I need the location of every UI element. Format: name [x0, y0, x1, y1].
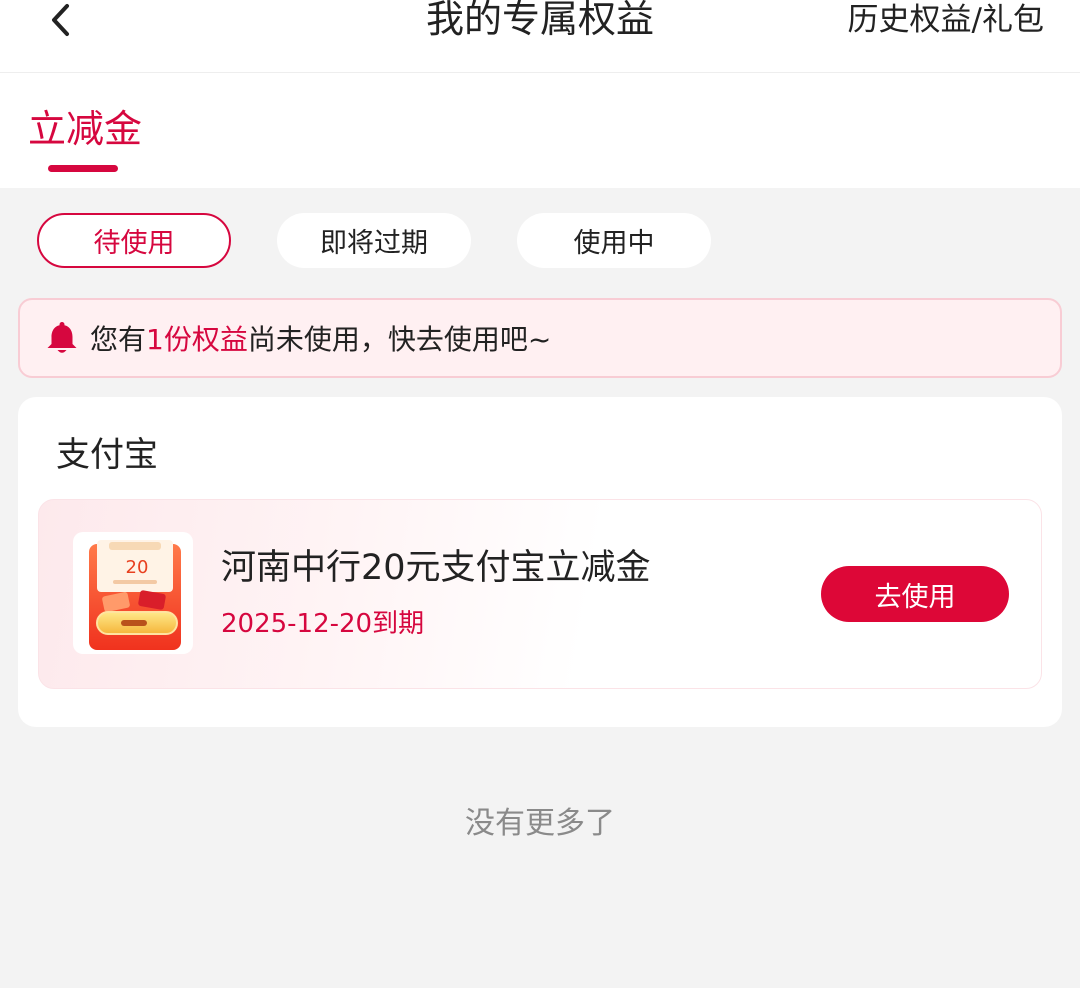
notice-suffix: 尚未使用，快去使用吧~ — [247, 323, 552, 356]
coupon-item[interactable]: 20 河南中行20元支付宝立减金 2025-12-20到期 去使用 — [38, 499, 1042, 689]
filter-in-use[interactable]: 使用中 — [517, 213, 711, 268]
card-title: 支付宝 — [56, 435, 158, 475]
tab-instant-discount[interactable]: 立减金 — [28, 103, 142, 155]
coupon-thumbnail: 20 — [73, 532, 193, 654]
coupon-name: 河南中行20元支付宝立减金 — [221, 548, 651, 588]
notice-highlight: 1份权益 — [146, 323, 248, 356]
notice-prefix: 您有 — [90, 323, 147, 356]
filter-expiring-soon[interactable]: 即将过期 — [277, 213, 471, 268]
app-header: 我的专属权益 历史权益/礼包 — [0, 0, 1080, 73]
coupon-expiry-date: 2025-12-20到期 — [221, 609, 425, 639]
thumb-amount: 20 — [126, 557, 149, 578]
use-coupon-button[interactable]: 去使用 — [821, 566, 1009, 622]
filter-pending[interactable]: 待使用 — [37, 213, 231, 268]
history-benefits-link[interactable]: 历史权益/礼包 — [848, 0, 1044, 40]
unused-benefit-notice: 您有 1份权益 尚未使用，快去使用吧~ — [18, 298, 1062, 378]
bell-icon — [44, 320, 80, 356]
tab-active-indicator — [48, 165, 118, 172]
tab-bar: 立减金 — [0, 73, 1080, 188]
no-more-text: 没有更多了 — [465, 806, 615, 841]
alipay-benefit-card: 支付宝 20 河南中行20元支付宝立减金 2025-12-20到期 去使用 — [18, 397, 1062, 727]
